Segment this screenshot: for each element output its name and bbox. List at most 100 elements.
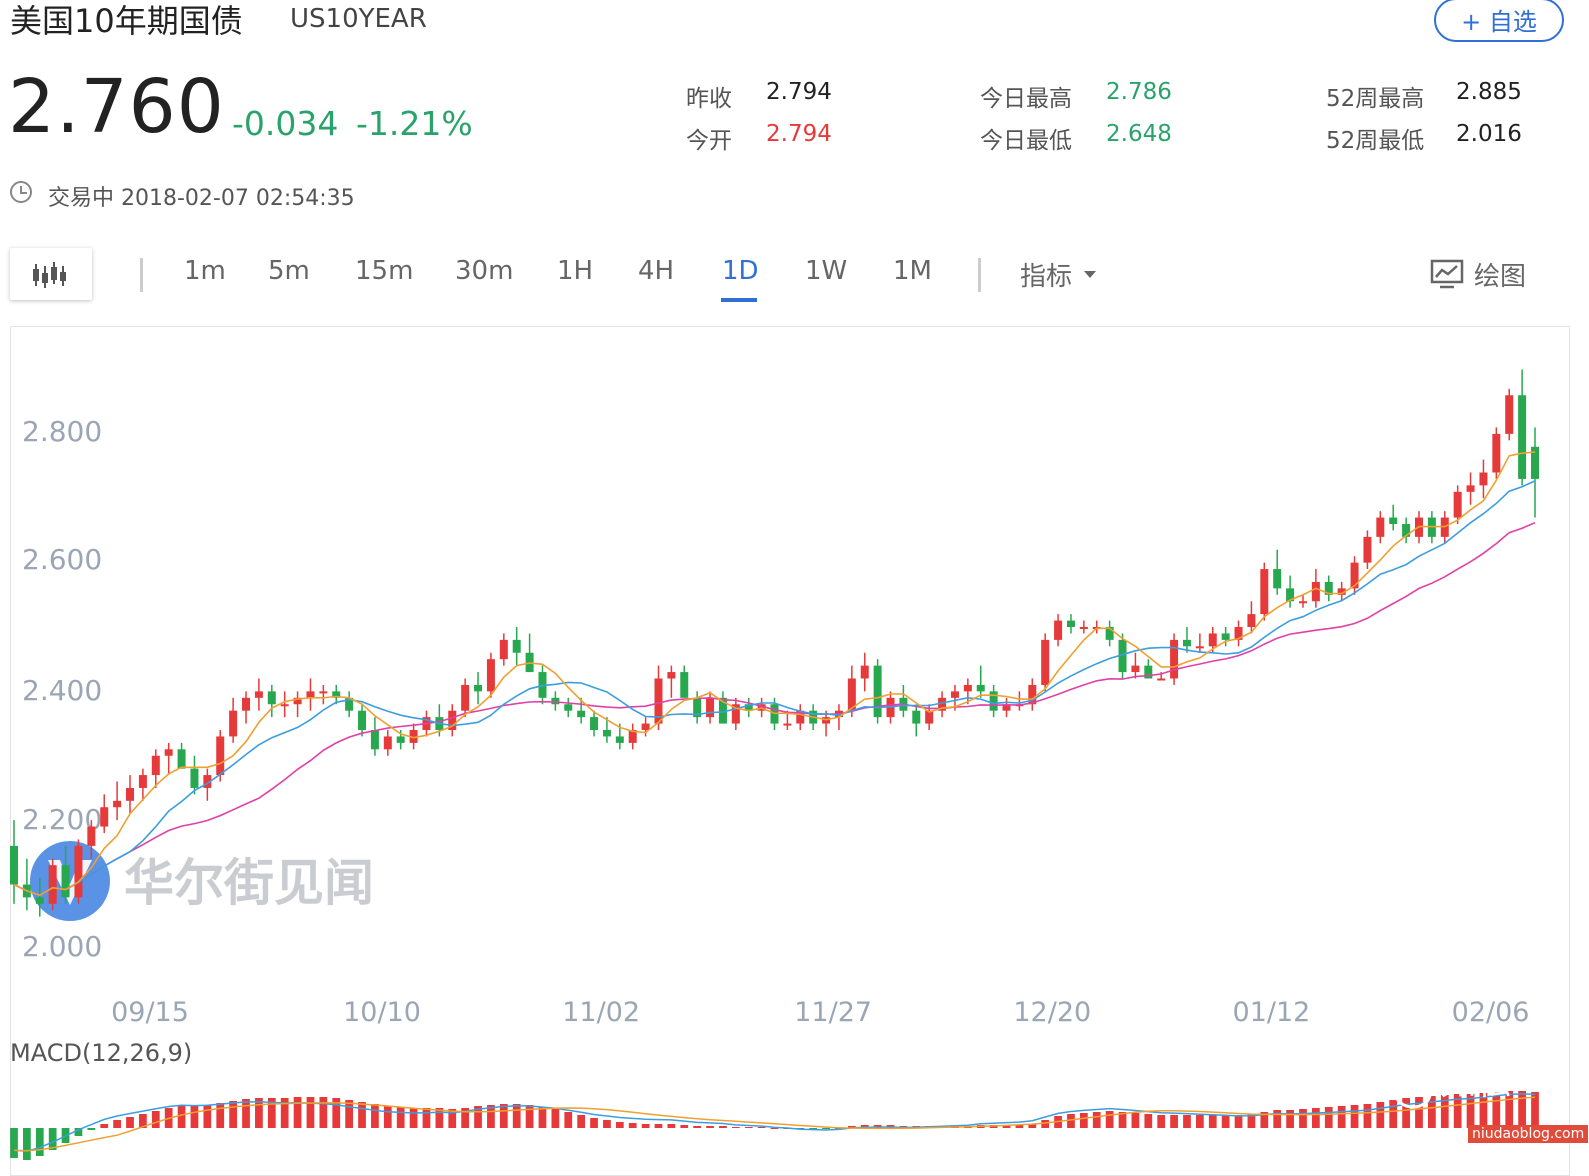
candle-body <box>950 691 959 698</box>
macd-bar <box>499 1104 508 1128</box>
candle-body <box>1363 536 1372 563</box>
candle-body <box>10 845 18 885</box>
candle-body <box>1350 562 1359 589</box>
candle-body <box>1298 601 1307 604</box>
candle-body <box>1505 395 1514 434</box>
y-tick-label: 2.600 <box>22 543 102 576</box>
macd-bar <box>409 1108 418 1128</box>
candle-body <box>242 697 251 711</box>
x-tick-label: 11/02 <box>562 997 640 1028</box>
price-chart[interactable]: 2.8002.6002.4002.2002.00009/15 10/10 11/02… <box>0 0 1589 1163</box>
candle-body <box>1311 581 1320 602</box>
ma10-line <box>13 480 1536 897</box>
candle-body <box>1131 665 1140 673</box>
candle-body <box>61 865 70 898</box>
x-tick-label: 12/20 <box>1013 997 1091 1028</box>
macd-bar <box>203 1105 212 1128</box>
macd-bar <box>757 1127 766 1128</box>
candle-body <box>358 710 367 730</box>
candle-body <box>1260 569 1269 615</box>
macd-bar <box>1041 1120 1050 1128</box>
candle-body <box>1389 517 1398 524</box>
candle-body <box>1170 639 1179 679</box>
candle-body <box>963 684 972 692</box>
candle-body <box>113 800 122 808</box>
macd-bar <box>1170 1115 1178 1128</box>
macd-bar <box>1183 1115 1191 1128</box>
candle-body <box>1195 646 1204 649</box>
macd-bar <box>1067 1114 1075 1128</box>
macd-bar <box>577 1115 586 1128</box>
macd-bar <box>1273 1110 1282 1128</box>
candle-body <box>912 710 921 724</box>
candle-body <box>1208 633 1217 647</box>
macd-bar <box>1208 1115 1217 1128</box>
y-tick-label: 2.800 <box>22 415 102 448</box>
candle-body <box>370 730 379 750</box>
macd-bar <box>706 1126 714 1128</box>
macd-bar <box>1376 1102 1385 1128</box>
candle-body <box>641 723 650 730</box>
macd-bar <box>358 1102 366 1128</box>
macd-bar <box>538 1107 547 1128</box>
macd-bar <box>680 1125 689 1128</box>
candle-body <box>164 749 173 756</box>
macd-bar <box>87 1128 96 1130</box>
candle-body <box>319 691 328 694</box>
candle-body <box>1247 614 1256 627</box>
candle-body <box>499 639 508 660</box>
macd-bar <box>190 1106 199 1128</box>
watermark-logo-icon <box>30 841 110 921</box>
macd-bar <box>1157 1115 1166 1128</box>
x-tick-label: 02/06 <box>1452 997 1530 1028</box>
candle-body <box>280 704 289 707</box>
candle-body <box>512 639 521 653</box>
candle-body <box>48 865 57 904</box>
macd-bar <box>1286 1110 1294 1128</box>
candle-body <box>976 684 985 692</box>
macd-bar <box>100 1124 109 1128</box>
macd-bar <box>216 1103 225 1128</box>
macd-bar <box>1092 1112 1101 1128</box>
candle-body <box>1221 633 1230 640</box>
macd-bar <box>23 1128 31 1160</box>
candle-body <box>989 691 998 711</box>
candle-body <box>577 710 586 718</box>
candle-body <box>1376 517 1385 537</box>
x-tick-label: 09/15 <box>111 997 189 1028</box>
macd-bar <box>719 1126 727 1128</box>
macd-bar <box>1221 1115 1230 1128</box>
macd-bar <box>1337 1106 1346 1128</box>
ma5-line <box>13 451 1536 897</box>
macd-bar <box>242 1099 250 1128</box>
candle-body <box>1453 491 1462 518</box>
candle-body <box>100 807 109 827</box>
candle-body <box>138 775 147 788</box>
macd-bar <box>525 1105 534 1128</box>
candle-body <box>306 691 315 698</box>
macd-bar <box>590 1118 598 1128</box>
candle-body <box>267 691 276 705</box>
macd-bar <box>628 1123 637 1128</box>
macd-bar <box>1389 1100 1398 1128</box>
macd-bar <box>731 1127 740 1128</box>
candle-body <box>87 826 96 846</box>
candle-body <box>667 672 676 679</box>
candle-body <box>74 845 83 898</box>
macd-bar <box>512 1104 521 1128</box>
candle-body <box>1182 639 1191 647</box>
macd-bar <box>151 1111 160 1128</box>
macd-bar <box>822 1128 830 1129</box>
candle-body <box>151 755 160 776</box>
candle-body <box>551 697 560 705</box>
candle-body <box>590 717 599 730</box>
macd-bar <box>371 1104 379 1128</box>
candle-body <box>486 659 495 692</box>
macd-bar <box>744 1127 753 1128</box>
candle-body <box>860 665 869 679</box>
macd-bar <box>551 1109 560 1128</box>
candle-body <box>254 691 263 698</box>
macd-bar <box>306 1097 315 1128</box>
candle-body <box>1079 627 1088 629</box>
candle-body <box>190 768 199 788</box>
